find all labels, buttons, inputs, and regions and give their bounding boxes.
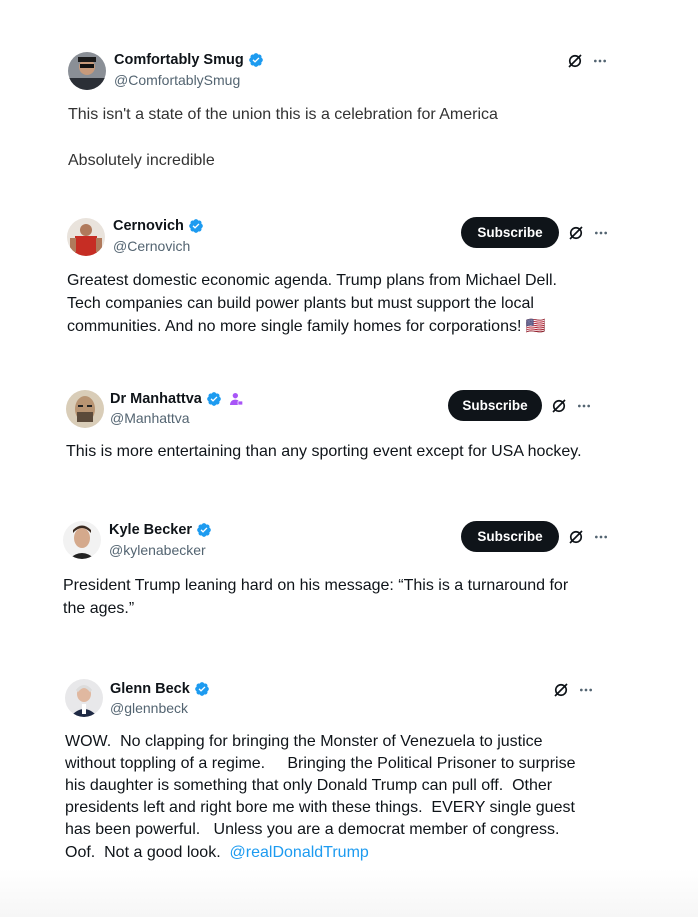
post-text-line: presidents left and right bore me with t…	[65, 799, 575, 816]
bottom-fade	[0, 869, 698, 917]
post-text-line: has been powerful. Unless you are a demo…	[65, 821, 560, 838]
display-name[interactable]: Glenn Beck	[110, 681, 190, 697]
mention-link[interactable]: @realDonaldTrump	[230, 844, 369, 861]
post-text-line: Oof. Not a good look.	[65, 844, 230, 861]
more-icon[interactable]	[578, 682, 594, 698]
grok-icon[interactable]	[552, 681, 570, 699]
verified-badge-icon	[194, 682, 209, 696]
post-text-line: his daughter is something that only Dona…	[65, 777, 553, 794]
avatar[interactable]	[65, 679, 103, 717]
post-text-line: WOW. No clapping for bringing the Monste…	[65, 733, 543, 750]
handle[interactable]: @glennbeck	[110, 700, 188, 716]
post-glenn-beck: Glenn Beck @glennbeck WOW. No clapping f…	[0, 0, 698, 917]
post-text-last-line: Oof. Not a good look. @realDonaldTrump	[65, 842, 369, 865]
post-text-line: without toppling of a regime. Bringing t…	[65, 755, 576, 772]
